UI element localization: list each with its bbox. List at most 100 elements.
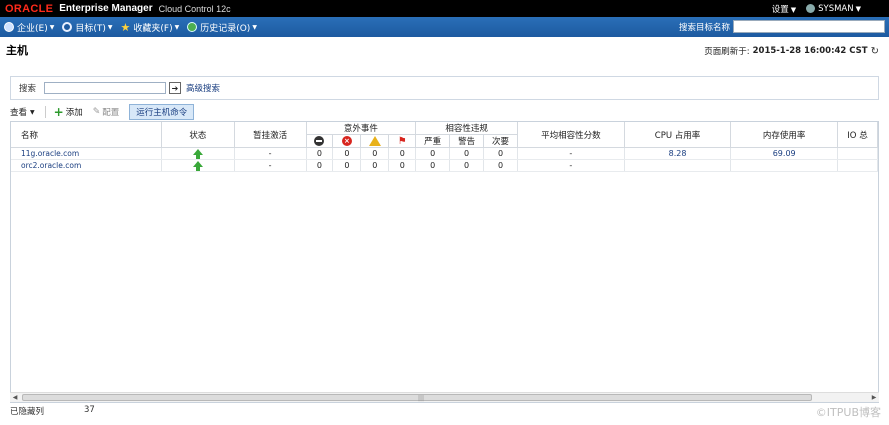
incident-escalated-cell[interactable]: 0 [388,159,417,172]
col-header-critical-incident[interactable]: × [332,134,362,148]
scroll-right-icon[interactable]: ▶ [869,393,879,402]
history-icon [187,22,198,32]
col-header-status[interactable]: 状态 [161,122,235,148]
col-header-cpu[interactable]: CPU 占用率 [624,122,732,148]
io-cell [837,147,878,160]
table-footer: 已隐藏列 37 [10,405,95,417]
status-up-icon [192,161,203,171]
search-input[interactable] [44,82,167,94]
refresh-timestamp: 2015-1-28 16:00:42 CST [752,46,868,56]
nav-targets[interactable]: 目标(T) ▼ [62,21,113,34]
grip-icon: ||| [418,395,425,402]
run-host-command-button[interactable]: 运行主机命令 [129,104,195,120]
page-refresh: 页面刷新于: 2015-1-28 16:00:42 CST ↻ [704,45,879,58]
product-name: Enterprise Manager [59,3,153,14]
user-menu[interactable]: SYSMAN ▼ [806,3,861,14]
status-up-icon [192,149,203,159]
hosts-grid: 名称 状态 暂挂激活 意外事件 相容性违规 平均相容性分数 CPU 占用率 内存… [11,122,878,172]
compliance-minor-cell[interactable]: 0 [483,159,518,172]
col-header-blackout[interactable]: 暂挂激活 [234,122,307,148]
nav-favorites[interactable]: ★ 收藏夹(F) ▼ [121,21,180,34]
col-header-warning-incident[interactable] [360,134,390,148]
avg-score-cell: - [517,159,625,172]
watermark: ©ITPUB博客 [815,406,881,419]
hosts-table: 名称 状态 暂挂激活 意外事件 相容性违规 平均相容性分数 CPU 占用率 内存… [10,121,879,403]
col-header-critical[interactable]: 严重 [415,134,451,148]
advanced-search-link[interactable]: 高级搜索 [186,82,220,94]
compliance-warning-cell[interactable]: 0 [449,147,485,160]
incident-critical-cell[interactable]: 0 [332,147,362,160]
table-toolbar: 查看 ▼ + 添加 ✎ 配置 运行主机命令 [10,104,879,120]
mem-cell[interactable]: 69.09 [730,147,838,160]
col-header-avg-score[interactable]: 平均相容性分数 [517,122,625,148]
col-header-incidents: 意外事件 [306,122,417,135]
view-menu[interactable]: 查看 ▼ [10,106,35,118]
col-header-io[interactable]: IO 总 [837,122,878,148]
table-row[interactable]: 11g.oracle.com - 0 0 0 0 0 0 0 - 8.28 69… [11,147,878,160]
search-panel: 搜索 ➔ 高级搜索 [10,76,879,100]
host-name-link[interactable]: orc2.oracle.com [11,159,163,172]
chevron-down-icon: ▼ [107,23,113,31]
oracle-logo: ORACLE [5,2,54,15]
incident-critical-cell[interactable]: 0 [332,159,362,172]
configure-button[interactable]: ✎ 配置 [93,106,120,118]
col-header-warning[interactable]: 警告 [449,134,485,148]
target-search-input[interactable] [733,20,885,33]
pencil-icon: ✎ [92,107,101,117]
incident-fatal-cell[interactable]: 0 [306,147,334,160]
chevron-down-icon: ▼ [855,4,861,13]
chevron-down-icon: ▼ [252,23,257,31]
critical-icon: × [341,135,352,146]
warning-icon [368,135,381,146]
col-header-escalated[interactable]: ⚑ [388,134,417,148]
io-cell [837,159,878,172]
enterprise-icon [4,22,14,32]
hidden-columns-label: 已隐藏列 [10,407,45,417]
col-header-compliance: 相容性违规 [415,122,518,135]
scroll-left-icon[interactable]: ◀ [10,393,20,402]
col-header-minor[interactable]: 次要 [483,134,518,148]
compliance-warning-cell[interactable]: 0 [449,159,485,172]
col-header-fatal[interactable] [306,134,334,148]
incident-warning-cell[interactable]: 0 [360,147,390,160]
plus-icon: + [53,105,64,119]
add-button[interactable]: + 添加 [54,106,83,118]
top-right-menu: 设置 ▼ SYSMAN ▼ [772,0,861,17]
compliance-minor-cell[interactable]: 0 [483,147,518,160]
mem-cell[interactable] [730,159,838,172]
nav-history[interactable]: 历史记录(O) ▼ [187,21,257,34]
search-go-button[interactable]: ➔ [169,82,182,94]
search-label: 搜索 [19,84,37,94]
chevron-down-icon: ▼ [174,23,180,31]
user-icon [806,3,816,13]
avg-score-cell: - [517,147,625,160]
compliance-critical-cell[interactable]: 0 [415,159,451,172]
arrow-right-icon: ➔ [171,83,179,93]
product-version: Cloud Control 12c [158,3,231,14]
incident-escalated-cell[interactable]: 0 [388,147,417,160]
incident-fatal-cell[interactable]: 0 [306,159,334,172]
cpu-cell[interactable] [624,159,732,172]
host-name-link[interactable]: 11g.oracle.com [11,147,163,160]
target-search-label: 搜索目标名称 [678,22,730,33]
hidden-columns-count[interactable]: 37 [84,405,95,417]
blackout-cell: - [234,159,307,172]
star-icon: ★ [120,20,131,34]
compliance-critical-cell[interactable]: 0 [415,147,451,160]
target-icon [62,22,73,32]
nav-enterprise[interactable]: 企业(E) ▼ [4,21,54,34]
cpu-cell[interactable]: 8.28 [624,147,732,160]
main-nav: 企业(E) ▼ 目标(T) ▼ ★ 收藏夹(F) ▼ 历史记录(O) ▼ 搜索目标名称 [0,17,889,37]
status-cell [161,159,235,172]
col-header-mem[interactable]: 内存使用率 [730,122,838,148]
incident-warning-cell[interactable]: 0 [360,159,390,172]
blackout-cell: - [234,147,307,160]
col-header-name[interactable]: 名称 [11,122,163,148]
status-cell [161,147,235,160]
horizontal-scrollbar[interactable]: ◀ ||| ▶ [10,392,879,402]
refresh-icon[interactable]: ↻ [871,46,879,57]
table-row[interactable]: orc2.oracle.com - 0 0 0 0 0 0 0 - [11,159,878,172]
settings-menu[interactable]: 设置 ▼ [772,3,796,15]
chevron-down-icon: ▼ [790,5,797,14]
scrollbar-thumb[interactable] [22,394,812,401]
